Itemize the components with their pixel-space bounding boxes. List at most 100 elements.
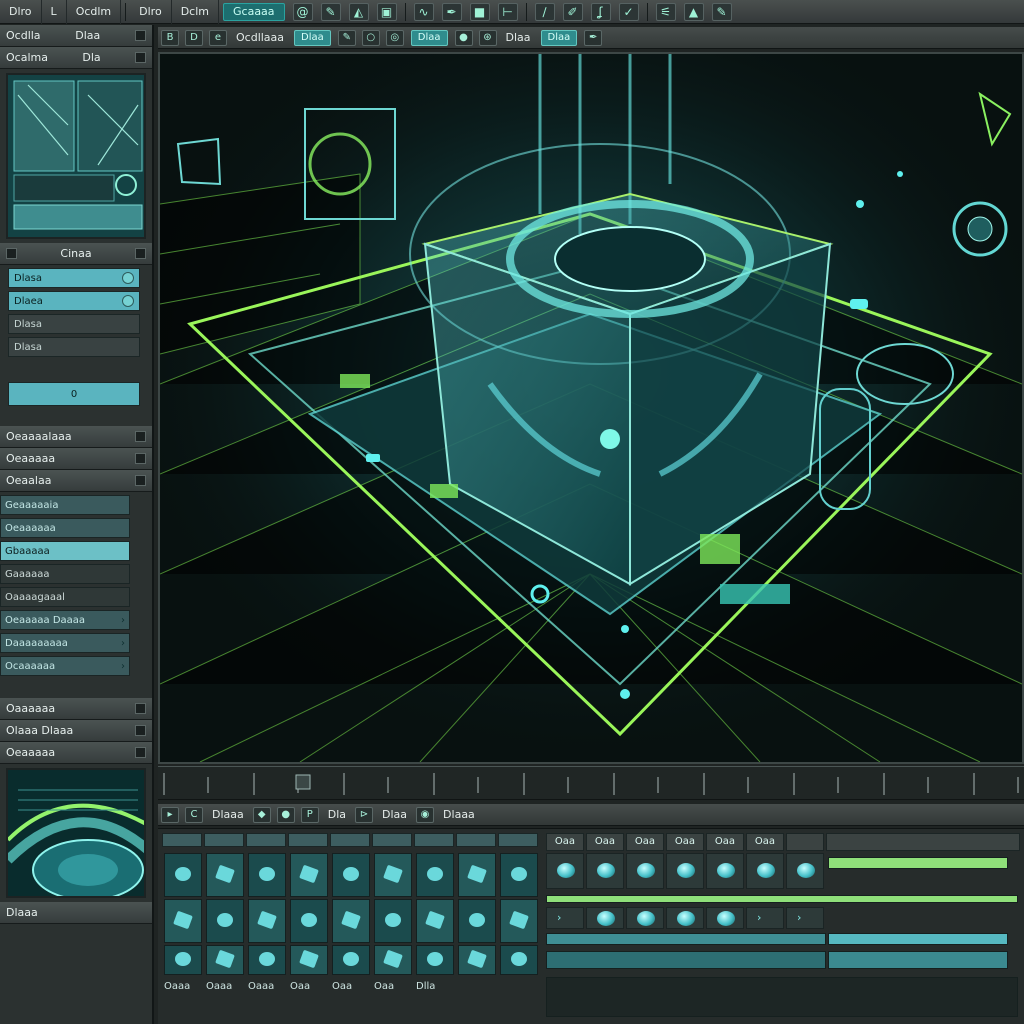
wave-icon[interactable]: ∿ <box>413 2 434 21</box>
keyframe-cell[interactable] <box>586 853 624 889</box>
asset-tile[interactable] <box>416 853 454 897</box>
panel-close-icon[interactable] <box>135 30 146 41</box>
property-dot-icon[interactable] <box>122 272 134 284</box>
collapse-icon[interactable] <box>135 703 146 714</box>
collapse-icon[interactable] <box>135 475 146 486</box>
track-bar[interactable] <box>546 895 1018 903</box>
keyframe-cell[interactable] <box>706 907 744 929</box>
square-icon[interactable]: ■ <box>469 2 490 21</box>
property-field[interactable]: Dlasa <box>8 268 140 288</box>
keyframe-cell[interactable] <box>586 907 624 929</box>
keyframe-cell[interactable]: › <box>546 907 584 929</box>
track-header[interactable]: Oaa <box>626 833 664 851</box>
list-item[interactable]: Oaaaagaaal <box>0 587 130 607</box>
list-item[interactable]: Geaaaaaia <box>0 495 130 515</box>
asset-tile[interactable] <box>500 899 538 943</box>
keyframe-cell[interactable] <box>786 853 824 889</box>
asset-tile[interactable] <box>416 945 454 975</box>
split-icon[interactable]: ⊢ <box>497 2 518 21</box>
track-header-wide[interactable] <box>826 833 1020 851</box>
asset-tile[interactable] <box>290 945 328 975</box>
asset-tile[interactable] <box>374 899 412 943</box>
list-item-selected[interactable]: Gbaaaaa <box>0 541 130 561</box>
3d-viewport[interactable] <box>158 52 1024 764</box>
track-bar[interactable] <box>828 951 1008 969</box>
pen-nib-icon[interactable]: ✐ <box>562 2 583 21</box>
keyframe-cell[interactable]: › <box>786 907 824 929</box>
asset-tile[interactable] <box>206 853 244 897</box>
column-header[interactable] <box>162 833 202 847</box>
keyframe-cell[interactable] <box>666 853 704 889</box>
pen-icon[interactable]: ✒ <box>441 2 462 21</box>
preview-thumbnail[interactable] <box>6 73 146 239</box>
collapse-icon[interactable] <box>135 453 146 464</box>
asset-tile[interactable] <box>290 899 328 943</box>
asset-tile[interactable] <box>164 899 202 943</box>
value-slider[interactable]: 0 <box>8 382 140 406</box>
d-icon[interactable]: D <box>185 29 203 46</box>
pen-icon[interactable]: ✎ <box>337 29 356 46</box>
track-bar[interactable] <box>828 933 1008 945</box>
column-header[interactable] <box>204 833 244 847</box>
properties-toggle-icon[interactable] <box>6 248 17 259</box>
asset-tile[interactable] <box>332 899 370 943</box>
section-header[interactable]: Oeaaaalaaa <box>0 426 152 448</box>
pen-icon[interactable]: ✒ <box>584 29 603 46</box>
spiral-icon[interactable]: @ <box>292 2 313 21</box>
column-header[interactable] <box>288 833 328 847</box>
track-bar[interactable] <box>546 933 826 945</box>
circle-icon[interactable]: ○ <box>361 29 380 46</box>
property-field[interactable]: Dlaea <box>8 291 140 311</box>
track-bar[interactable] <box>546 951 826 969</box>
menu-item-edit[interactable]: Ocdlm <box>67 0 122 24</box>
column-header[interactable] <box>498 833 538 847</box>
section-header[interactable]: Oeaaaaa <box>0 448 152 470</box>
viewport-label[interactable]: Dlaa <box>500 31 537 44</box>
column-header[interactable] <box>246 833 286 847</box>
menu-item-view[interactable]: Dlro <box>130 0 172 24</box>
asset-tile[interactable] <box>416 899 454 943</box>
bottom-tab-label[interactable]: Dlaa <box>376 808 413 821</box>
panel-menu-icon[interactable] <box>135 52 146 63</box>
property-dot-icon[interactable] <box>122 295 134 307</box>
triangle-icon[interactable]: ▲ <box>683 2 704 21</box>
column-header[interactable] <box>414 833 454 847</box>
asset-tile[interactable] <box>290 853 328 897</box>
target-icon[interactable]: ◎ <box>385 29 404 46</box>
link-icon[interactable]: ⊳ <box>355 806 374 823</box>
asset-tile[interactable] <box>332 853 370 897</box>
viewport-chip[interactable]: Dlaa <box>294 29 331 46</box>
asset-tile[interactable] <box>500 945 538 975</box>
track-header[interactable]: Oaa <box>706 833 744 851</box>
track-header[interactable]: Oaa <box>746 833 784 851</box>
aperture-icon[interactable]: ⊛ <box>478 29 497 46</box>
chevron-right-icon[interactable]: › <box>121 638 125 649</box>
track-header[interactable]: Oaa <box>546 833 584 851</box>
timeline-ruler[interactable] <box>158 766 1024 800</box>
keyframe-cell[interactable] <box>706 853 744 889</box>
collapse-icon[interactable] <box>135 431 146 442</box>
properties-menu-icon[interactable] <box>134 248 146 259</box>
keyframe-cell[interactable] <box>626 907 664 929</box>
keyframe-cell[interactable] <box>666 907 704 929</box>
curve-icon[interactable]: ʆ <box>590 2 611 21</box>
chevron-right-icon[interactable]: › <box>121 615 125 626</box>
bottom-tab-label[interactable]: Dla <box>322 808 352 821</box>
list-item[interactable]: Daaaaaaaaa › <box>0 633 130 653</box>
section-header[interactable]: Oaaaaaa <box>0 698 152 720</box>
property-field[interactable]: Dlasa <box>8 337 140 357</box>
keyframe-icon[interactable]: ◆ <box>252 806 271 823</box>
brush-icon[interactable]: ∕ <box>534 2 555 21</box>
asset-tile[interactable] <box>374 853 412 897</box>
asset-tile[interactable] <box>248 853 286 897</box>
keyframe-cell[interactable] <box>626 853 664 889</box>
menu-item-l[interactable]: L <box>42 0 67 24</box>
asset-tile[interactable] <box>206 945 244 975</box>
bottom-tab-label[interactable]: Dlaaa <box>437 808 481 821</box>
record-icon[interactable]: ● <box>276 806 295 823</box>
asset-tile[interactable] <box>206 899 244 943</box>
asset-tile[interactable] <box>332 945 370 975</box>
viewport-mode-label[interactable]: Ocdllaaa <box>230 31 290 44</box>
viewport-chip[interactable]: Dlaa <box>540 29 578 46</box>
track-header[interactable]: Oaa <box>586 833 624 851</box>
